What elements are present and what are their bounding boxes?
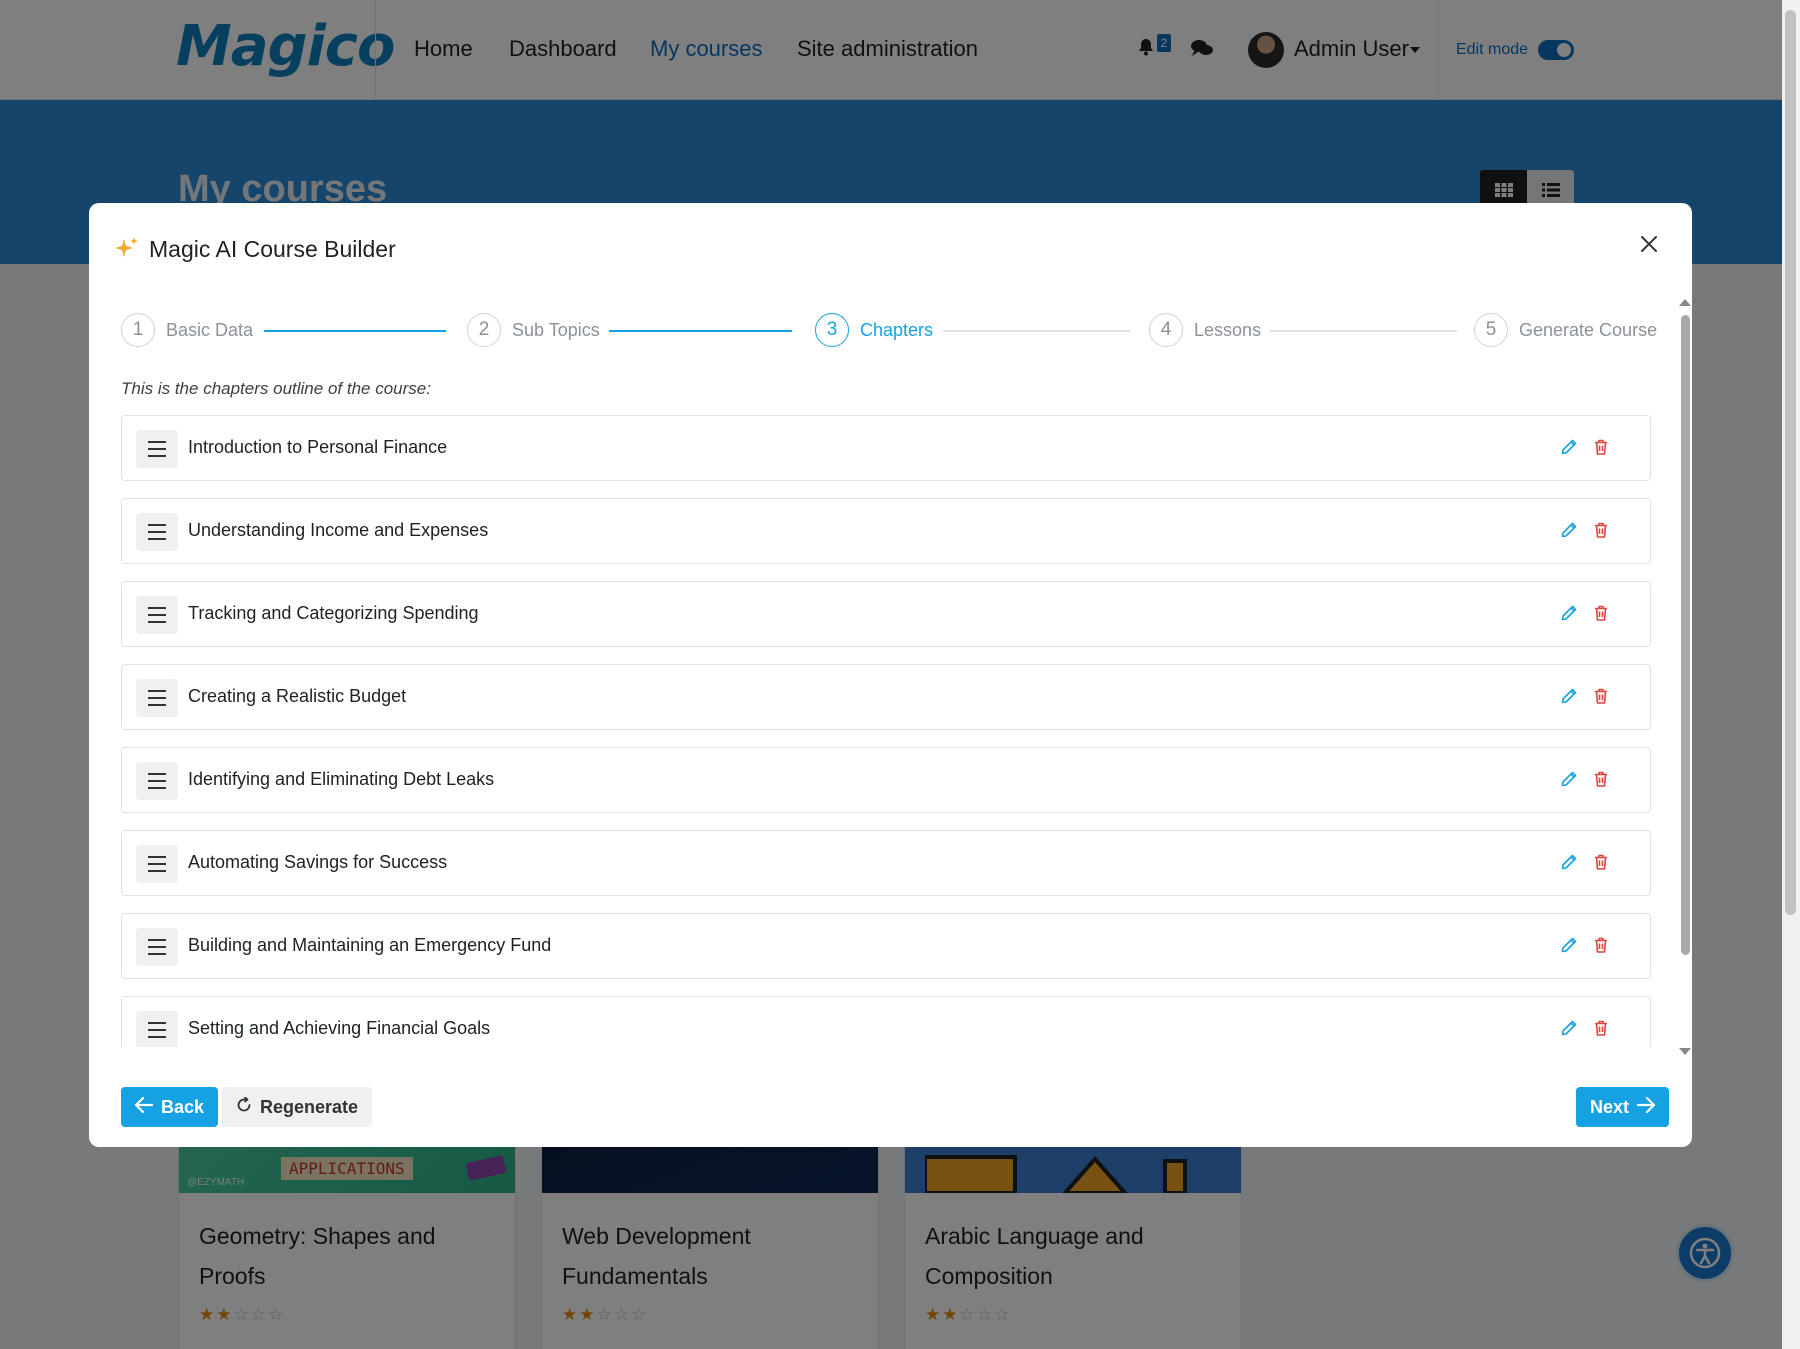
pencil-icon[interactable] bbox=[1560, 521, 1580, 541]
regenerate-button-label: Regenerate bbox=[260, 1096, 359, 1117]
trash-icon[interactable] bbox=[1592, 853, 1612, 873]
drag-handle-icon[interactable] bbox=[136, 1011, 178, 1047]
pencil-icon[interactable] bbox=[1560, 438, 1580, 458]
regenerate-button[interactable]: Regenerate bbox=[222, 1087, 373, 1127]
trash-icon[interactable] bbox=[1592, 770, 1612, 790]
chapter-title: Tracking and Categorizing Spending bbox=[188, 603, 479, 623]
close-icon[interactable] bbox=[1637, 233, 1661, 257]
next-button[interactable]: Next bbox=[1576, 1087, 1670, 1127]
trash-icon[interactable] bbox=[1592, 604, 1612, 624]
step-number: 2 bbox=[467, 313, 501, 347]
chapter-item[interactable]: Automating Savings for Success bbox=[121, 830, 1651, 896]
drag-handle-icon[interactable] bbox=[136, 596, 178, 634]
chapter-title: Identifying and Eliminating Debt Leaks bbox=[188, 769, 495, 789]
chapter-item[interactable]: Tracking and Categorizing Spending bbox=[121, 581, 1651, 647]
pencil-icon[interactable] bbox=[1560, 1019, 1580, 1039]
trash-icon[interactable] bbox=[1592, 438, 1612, 458]
step-number: 1 bbox=[121, 313, 155, 347]
step-connector bbox=[609, 330, 792, 332]
pencil-icon[interactable] bbox=[1560, 770, 1580, 790]
course-builder-modal: Magic AI Course Builder 1 Basic Data 2 S… bbox=[89, 203, 1692, 1147]
chapter-title: Understanding Income and Expenses bbox=[188, 520, 489, 540]
step-sub-topics[interactable]: 2 Sub Topics bbox=[467, 311, 600, 349]
step-connector bbox=[264, 330, 446, 332]
drag-handle-icon[interactable] bbox=[136, 513, 178, 551]
modal-title: Magic AI Course Builder bbox=[149, 236, 396, 262]
back-button-label: Back bbox=[161, 1096, 205, 1117]
chapter-title: Creating a Realistic Budget bbox=[188, 686, 407, 706]
drag-handle-icon[interactable] bbox=[136, 845, 178, 883]
chapter-item[interactable]: Building and Maintaining an Emergency Fu… bbox=[121, 913, 1651, 979]
pencil-icon[interactable] bbox=[1560, 853, 1580, 873]
step-number: 5 bbox=[1474, 313, 1508, 347]
step-basic-data[interactable]: 1 Basic Data bbox=[121, 311, 253, 349]
step-generate-course[interactable]: 5 Generate Course bbox=[1474, 311, 1657, 349]
step-label: Lessons bbox=[1194, 319, 1262, 340]
chapter-title: Automating Savings for Success bbox=[188, 852, 448, 872]
sparkle-icon bbox=[114, 236, 140, 269]
chapter-item[interactable]: Understanding Income and Expenses bbox=[121, 498, 1651, 564]
arrow-left-icon bbox=[134, 1096, 154, 1119]
step-number: 3 bbox=[815, 313, 849, 347]
drag-handle-icon[interactable] bbox=[136, 679, 178, 717]
list-scroll-up-arrow[interactable] bbox=[1679, 299, 1691, 306]
step-label: Basic Data bbox=[166, 319, 254, 340]
chapter-title: Building and Maintaining an Emergency Fu… bbox=[188, 935, 552, 955]
pencil-icon[interactable] bbox=[1560, 604, 1580, 624]
drag-handle-icon[interactable] bbox=[136, 928, 178, 966]
chapters-intro-text: This is the chapters outline of the cour… bbox=[121, 379, 431, 398]
pencil-icon[interactable] bbox=[1560, 936, 1580, 956]
step-label: Generate Course bbox=[1519, 319, 1658, 340]
chapter-item[interactable]: Identifying and Eliminating Debt Leaks bbox=[121, 747, 1651, 813]
pencil-icon[interactable] bbox=[1560, 687, 1580, 707]
step-label: Chapters bbox=[860, 319, 934, 340]
trash-icon[interactable] bbox=[1592, 521, 1612, 541]
chapter-item[interactable]: Creating a Realistic Budget bbox=[121, 664, 1651, 730]
wizard-stepper: 1 Basic Data 2 Sub Topics 3 Chapters 4 L… bbox=[121, 311, 1657, 349]
chapter-title: Setting and Achieving Financial Goals bbox=[188, 1018, 491, 1038]
back-button[interactable]: Back bbox=[121, 1087, 219, 1127]
next-button-label: Next bbox=[1590, 1096, 1630, 1117]
step-label: Sub Topics bbox=[512, 319, 600, 340]
chapter-title: Introduction to Personal Finance bbox=[188, 437, 448, 457]
arrow-right-icon bbox=[1636, 1096, 1656, 1119]
trash-icon[interactable] bbox=[1592, 687, 1612, 707]
drag-handle-icon[interactable] bbox=[136, 430, 178, 468]
list-scroll-down-arrow[interactable] bbox=[1679, 1048, 1691, 1055]
chapter-item[interactable]: Setting and Achieving Financial Goals bbox=[121, 996, 1651, 1047]
modal-header: Magic AI Course Builder bbox=[89, 203, 1692, 293]
trash-icon[interactable] bbox=[1592, 936, 1612, 956]
chapter-item[interactable]: Introduction to Personal Finance bbox=[121, 415, 1651, 481]
list-scrollbar-thumb[interactable] bbox=[1681, 315, 1690, 955]
step-chapters[interactable]: 3 Chapters bbox=[815, 311, 933, 349]
step-number: 4 bbox=[1149, 313, 1183, 347]
step-connector bbox=[1270, 330, 1457, 332]
trash-icon[interactable] bbox=[1592, 1019, 1612, 1039]
chapters-list: Introduction to Personal Finance Underst… bbox=[121, 415, 1651, 1047]
page-scrollbar-thumb[interactable] bbox=[1785, 10, 1796, 915]
refresh-icon bbox=[236, 1096, 252, 1119]
drag-handle-icon[interactable] bbox=[136, 762, 178, 800]
step-lessons[interactable]: 4 Lessons bbox=[1149, 311, 1261, 349]
step-connector bbox=[943, 330, 1130, 332]
